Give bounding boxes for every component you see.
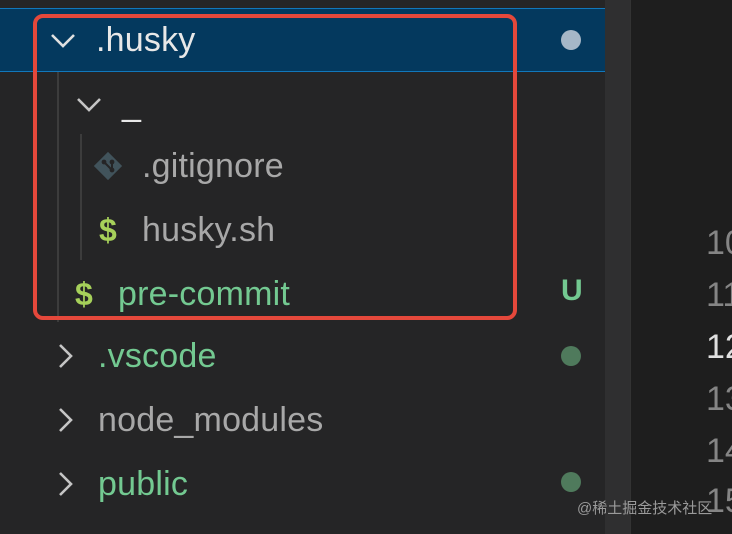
tree-item-label: node_modules (98, 400, 324, 439)
tree-item-public[interactable]: public (0, 452, 630, 516)
line-number: 14 (706, 432, 732, 470)
tree-item-label: pre-commit (118, 274, 291, 313)
screenshot-frame: .husky _ .gitignore $ husky.sh $ pre-com… (0, 0, 732, 534)
tree-item-vscode[interactable]: .vscode (0, 324, 630, 388)
tree-item-husky-sh[interactable]: $ husky.sh (0, 198, 630, 262)
line-number: 10 (706, 224, 732, 262)
tree-item-husky[interactable]: .husky (0, 8, 630, 72)
chevron-down-icon[interactable] (74, 89, 104, 119)
tree-item-gitignore[interactable]: .gitignore (0, 134, 630, 198)
line-number-active: 12 (706, 328, 732, 366)
tree-item-label: .vscode (98, 336, 217, 375)
tree-item-label: husky.sh (142, 210, 276, 249)
dollar-icon: $ (99, 211, 117, 248)
tree-item-label: .gitignore (142, 146, 284, 185)
chevron-right-icon[interactable] (50, 405, 80, 435)
untracked-dot (561, 346, 581, 366)
file-explorer: .husky _ .gitignore $ husky.sh $ pre-com… (0, 0, 630, 534)
tree-item-underscore-folder[interactable]: _ (0, 72, 630, 136)
tree-item-node-modules[interactable]: node_modules (0, 388, 630, 452)
chevron-right-icon[interactable] (50, 341, 80, 371)
tree-item-label: _ (122, 84, 142, 123)
chevron-right-icon[interactable] (50, 469, 80, 499)
untracked-badge: U (561, 274, 583, 307)
chevron-down-icon[interactable] (48, 25, 78, 55)
tree-item-label: public (98, 464, 189, 503)
tree-item-label: .husky (96, 20, 196, 59)
explorer-scrollbar[interactable] (605, 0, 630, 534)
line-number: 11 (706, 276, 732, 314)
dollar-icon: $ (75, 275, 93, 312)
watermark: @稀土掘金技术社区 (577, 500, 713, 517)
modified-dot (561, 30, 581, 50)
tree-item-pre-commit[interactable]: $ pre-commit (0, 262, 630, 326)
line-number: 13 (706, 380, 732, 418)
untracked-dot (561, 472, 581, 492)
git-icon (90, 148, 126, 184)
